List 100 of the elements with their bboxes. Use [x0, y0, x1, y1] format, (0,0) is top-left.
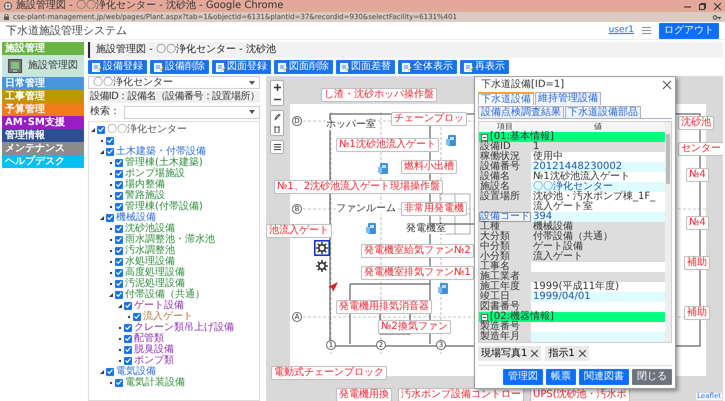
tree-checkbox[interactable]: [115, 224, 123, 232]
tree-checkbox[interactable]: [124, 334, 132, 342]
toolbar-button[interactable]: 設備削除: [150, 60, 209, 74]
tree-checkbox[interactable]: [115, 192, 123, 200]
tree-checkbox[interactable]: [124, 356, 132, 364]
attachment-chip[interactable]: 指示1: [545, 346, 589, 361]
tree-item[interactable]: 汚水調整池: [125, 246, 175, 256]
tree-item[interactable]: 水処理設備: [125, 256, 175, 266]
tree-checkbox[interactable]: [115, 246, 123, 254]
layers-button[interactable]: [271, 141, 283, 153]
tree-item[interactable]: 警路施設: [125, 190, 165, 200]
tree-item[interactable]: 管理棟(土木建築): [125, 158, 203, 168]
tree-item[interactable]: ポンプ類: [134, 356, 174, 366]
map-label[interactable]: 補助: [684, 256, 710, 270]
tree-checkbox[interactable]: [115, 258, 123, 266]
tree-checkbox[interactable]: [115, 378, 123, 386]
tree-checkbox[interactable]: [106, 136, 114, 144]
map-label[interactable]: し渣・沈砂ホッパ操作盤: [321, 88, 437, 102]
tree-item[interactable]: 沈砂池設備: [125, 224, 175, 234]
toolbar-button[interactable]: 図面削除: [274, 60, 333, 74]
tree-item[interactable]: 機械設備: [116, 212, 156, 222]
dialog-button[interactable]: 管理図: [503, 369, 543, 385]
expand-arrow-icon[interactable]: [100, 216, 104, 220]
collapse-icon[interactable]: [481, 134, 488, 140]
tree-item[interactable]: 雨水調整池・滞水池: [125, 234, 215, 244]
tree-checkbox[interactable]: [106, 214, 114, 222]
tree-checkbox[interactable]: [106, 148, 114, 156]
tree-item[interactable]: 高度処理設備: [125, 268, 185, 278]
tree-item[interactable]: 場内整備: [125, 180, 165, 190]
map-label[interactable]: №1、2沈砂池流入ゲート現場操作盤: [274, 180, 444, 194]
tree-checkbox[interactable]: [124, 346, 132, 354]
tree-checkbox[interactable]: [124, 302, 132, 310]
attachment-chip[interactable]: 現場写真1: [478, 346, 542, 361]
tree-item[interactable]: 管理棟(付帯設備): [125, 202, 203, 212]
tree-checkbox[interactable]: [115, 280, 123, 288]
dialog-tab[interactable]: 下水道設備: [478, 92, 534, 105]
tree-item[interactable]: 土木建築・付帯設備: [116, 146, 206, 156]
tree-item[interactable]: 電気計装設備: [125, 378, 185, 388]
map-label[interactable]: 非常用発電機: [401, 202, 467, 216]
tree-item[interactable]: 脱臭設備: [134, 344, 174, 354]
toolbar-button[interactable]: 図面登録: [212, 60, 271, 74]
dialog-tab[interactable]: 維持管理設備: [535, 92, 601, 105]
map-label[interactable]: 発電機用排気消音器: [336, 300, 432, 314]
tree-checkbox[interactable]: [115, 180, 123, 188]
tree-checkbox[interactable]: [124, 324, 132, 332]
menu-icon[interactable]: [642, 27, 651, 34]
expand-arrow-icon[interactable]: [100, 370, 104, 374]
map-label[interactable]: 電動式チェーンブロック: [271, 366, 387, 380]
tree-item[interactable]: クレーン類吊上げ設備: [134, 322, 234, 332]
code-button[interactable]: 設備コード: [479, 212, 531, 222]
map-label[interactable]: №2換気ファン: [378, 320, 451, 334]
tree-checkbox[interactable]: [115, 236, 123, 244]
tree-checkbox[interactable]: [115, 268, 123, 276]
tree-item[interactable]: ゲート設備: [134, 300, 184, 310]
tree-checkbox[interactable]: [97, 126, 105, 134]
sidebar-item[interactable]: 管理情報: [2, 129, 84, 142]
expand-arrow-icon[interactable]: [118, 304, 122, 308]
tree-checkbox[interactable]: [106, 368, 114, 376]
map-label[interactable]: 補助: [684, 306, 710, 320]
logout-button[interactable]: ログアウト: [659, 22, 719, 38]
edit-button[interactable]: [271, 111, 283, 123]
tree-checkbox[interactable]: [115, 290, 123, 298]
toolbar-button[interactable]: 設備登録: [88, 60, 147, 74]
tree-item[interactable]: 汚泥処理設備: [125, 278, 185, 288]
scrollbar[interactable]: [665, 122, 671, 342]
tree-checkbox[interactable]: [133, 312, 141, 320]
toolbar-button[interactable]: 全体表示: [398, 60, 457, 74]
dialog-tab[interactable]: 設備点検調査結果: [478, 106, 564, 118]
map-label[interactable]: №1沈砂池流入ゲート: [336, 138, 439, 152]
map-label[interactable]: 発電機室排気ファン№1: [361, 266, 474, 280]
expand-arrow-icon[interactable]: [100, 150, 104, 154]
expand-arrow-icon[interactable]: [91, 128, 95, 132]
map-label[interactable]: №4: [686, 168, 709, 182]
map-label[interactable]: UPS(沈砂池・汚水ポ: [530, 388, 630, 401]
tree-item[interactable]: 流入ゲート: [143, 312, 193, 322]
expand-arrow-icon[interactable]: [109, 292, 113, 296]
sidebar-item[interactable]: 日常管理: [2, 77, 84, 90]
zoom-in-button[interactable]: [271, 81, 283, 93]
map-label[interactable]: 汚水ポンプ設備コントロー: [398, 388, 524, 401]
tree-item[interactable]: 付帯設備（共通）: [125, 290, 205, 300]
map-label[interactable]: センター: [678, 142, 723, 156]
map-label[interactable]: 池流入ゲート: [266, 224, 332, 238]
tree-item[interactable]: 電気設備: [116, 366, 156, 376]
toolbar-button[interactable]: 再表示: [460, 60, 509, 74]
tree-checkbox[interactable]: [115, 170, 123, 178]
tree-checkbox[interactable]: [115, 158, 123, 166]
toolbar-button[interactable]: 図面差替: [336, 60, 395, 74]
key-icon[interactable]: [713, 14, 721, 20]
dialog-button[interactable]: 関連図書: [579, 369, 629, 385]
dialog-button[interactable]: 帳票: [546, 369, 576, 385]
tree-checkbox[interactable]: [115, 202, 123, 210]
map-label[interactable]: 燃料小出槽: [401, 160, 457, 174]
dialog-button[interactable]: 閉じる: [632, 369, 672, 385]
map-label[interactable]: 沈砂池: [678, 116, 714, 130]
map-label[interactable]: 発電機室給気ファン№2: [361, 244, 474, 258]
map-label[interactable]: チェーンブロッ: [391, 112, 467, 126]
facility-select[interactable]: 〇〇浄化センター: [88, 76, 260, 89]
user-link[interactable]: user1: [608, 26, 634, 35]
collapse-icon[interactable]: [481, 314, 488, 320]
tree-item[interactable]: 配管類: [134, 334, 164, 344]
